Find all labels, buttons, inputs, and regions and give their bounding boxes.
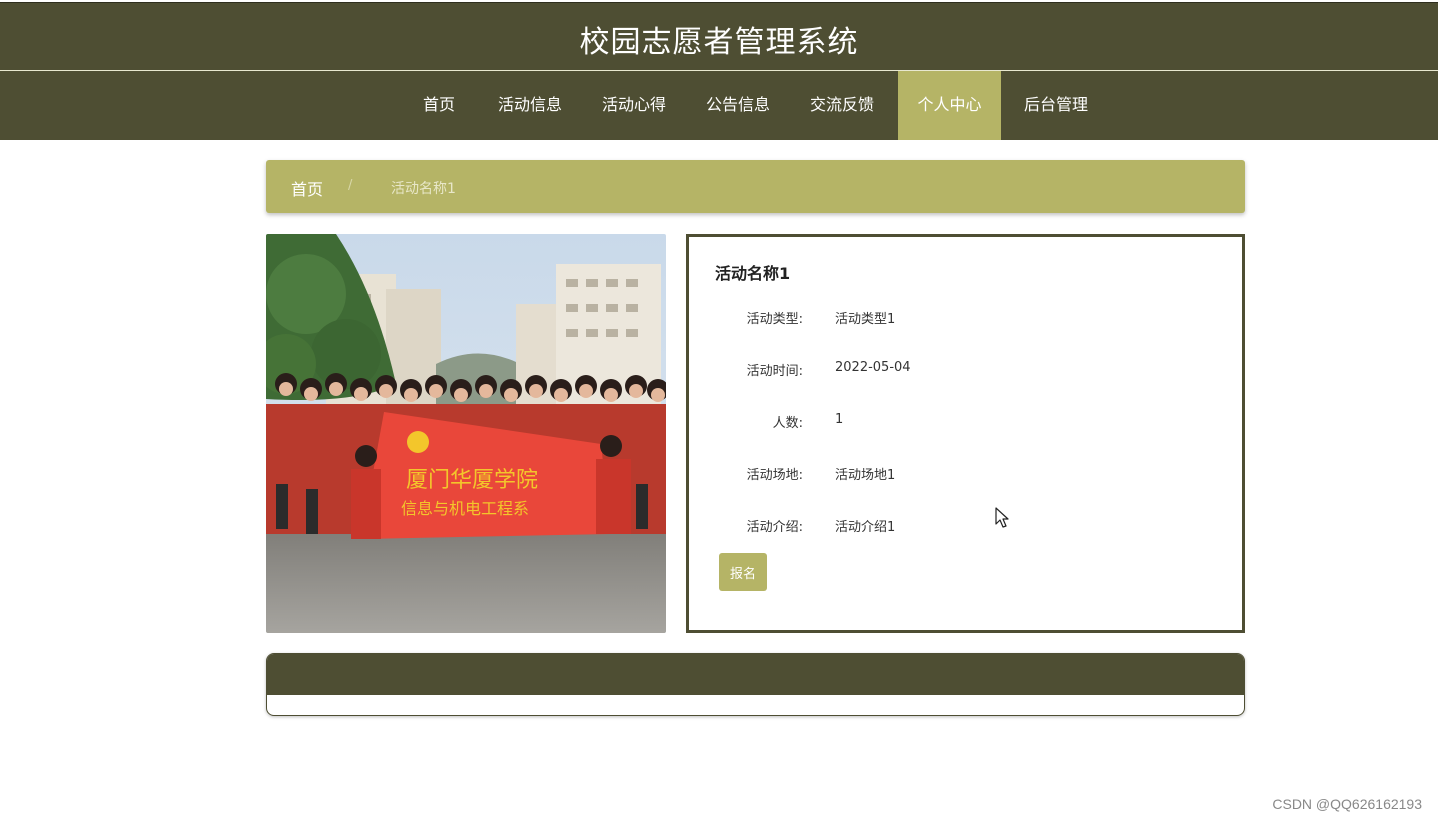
field-label-count: 人数:	[772, 416, 803, 431]
banner-text-line2: 信息与机电工程系	[401, 499, 529, 518]
nav-item-personal-center[interactable]: 个人中心	[898, 71, 1001, 140]
mouse-cursor-icon	[995, 507, 1009, 528]
watermark: CSDN @QQ626162193	[1272, 796, 1422, 812]
field-row-venue: 活动场地: 活动场地1	[689, 464, 1209, 484]
field-label-intro: 活动介绍:	[746, 520, 803, 535]
field-row-time: 活动时间: 2022-05-04	[689, 360, 1209, 380]
breadcrumb-home-link[interactable]: 首页	[291, 176, 323, 200]
breadcrumb-separator: /	[348, 178, 353, 193]
breadcrumb-current: 活动名称1	[391, 181, 456, 197]
comments-panel	[266, 653, 1245, 716]
field-value-venue: 活动场地1	[835, 468, 896, 483]
comments-panel-header	[267, 654, 1244, 695]
field-label-type: 活动类型:	[746, 312, 803, 327]
field-value-intro: 活动介绍1	[835, 520, 896, 535]
banner-text-line1: 厦门华厦学院	[406, 468, 538, 493]
field-value-type: 活动类型1	[835, 312, 896, 327]
nav-item-activities[interactable]: 活动信息	[484, 71, 576, 140]
site-title: 校园志愿者管理系统	[579, 25, 859, 60]
activity-photo-image: 厦门华厦学院 信息与机电工程系	[266, 234, 666, 633]
activity-details: 活动名称1 活动类型: 活动类型1 活动时间: 2022-05-04 人数: 1…	[686, 234, 1245, 633]
nav-item-home[interactable]: 首页	[408, 71, 470, 140]
site-header: 校园志愿者管理系统	[0, 2, 1438, 70]
breadcrumb: 首页 / 活动名称1	[266, 160, 1245, 213]
field-label-time: 活动时间:	[746, 364, 803, 379]
signup-button[interactable]: 报名	[719, 553, 767, 591]
nav-item-announcements[interactable]: 公告信息	[692, 71, 784, 140]
field-label-venue: 活动场地:	[746, 468, 803, 483]
activity-photo: 厦门华厦学院 信息与机电工程系	[266, 234, 666, 633]
field-row-intro: 活动介绍: 活动介绍1	[689, 516, 1209, 536]
nav-item-experiences[interactable]: 活动心得	[588, 71, 680, 140]
field-value-count: 1	[835, 412, 844, 427]
field-value-time: 2022-05-04	[835, 360, 911, 375]
field-row-type: 活动类型: 活动类型1	[689, 308, 1209, 328]
nav-item-feedback[interactable]: 交流反馈	[796, 71, 888, 140]
activity-title: 活动名称1	[715, 264, 791, 283]
main-nav: 首页 活动信息 活动心得 公告信息 交流反馈 个人中心 后台管理	[0, 71, 1438, 140]
field-row-count: 人数: 1	[689, 412, 1209, 432]
nav-item-admin[interactable]: 后台管理	[1010, 71, 1102, 140]
